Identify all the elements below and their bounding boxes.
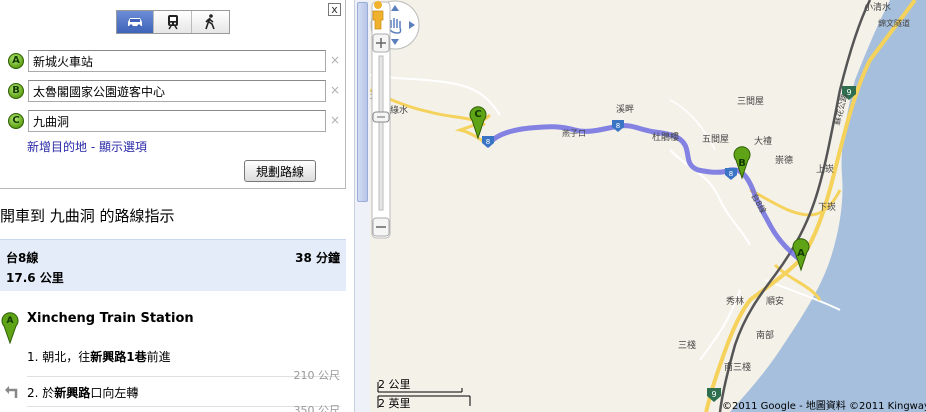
scale-labels: 2 公里 2 英里 bbox=[378, 376, 411, 411]
place-label: 三棧 bbox=[678, 341, 697, 351]
transit-mode-button[interactable] bbox=[154, 11, 192, 33]
place-label: 小清水 bbox=[864, 3, 892, 13]
turn-left-icon bbox=[5, 386, 18, 398]
map-canvas: 9 9 8 8 8 C B A bbox=[370, 0, 926, 412]
svg-text:C: C bbox=[474, 109, 481, 120]
place-label: 燕子口 bbox=[562, 129, 586, 138]
scale-imperial-label: 2 英里 bbox=[378, 397, 411, 410]
direction-step-1[interactable]: 1. 朝北，往新興路1巷前進 bbox=[27, 348, 171, 365]
form-links: 新增目的地 - 顯示選項 bbox=[27, 138, 147, 155]
remove-waypoint-a-icon[interactable]: × bbox=[330, 53, 340, 67]
marker-a-icon: A bbox=[8, 53, 24, 69]
zoom-track[interactable] bbox=[378, 55, 384, 211]
link-separator: - bbox=[87, 140, 99, 154]
marker-b-icon: B bbox=[8, 83, 24, 99]
waypoint-row-c: C × bbox=[8, 109, 340, 133]
step-text-road: 新興路1巷 bbox=[90, 350, 147, 364]
svg-text:9: 9 bbox=[711, 390, 716, 399]
route-summary[interactable]: 台8線 17.6 公里 38 分鐘 bbox=[0, 239, 346, 291]
svg-text:8: 8 bbox=[616, 122, 620, 130]
step-text-post: 口向左轉 bbox=[90, 386, 139, 400]
remove-waypoint-c-icon[interactable]: × bbox=[330, 113, 340, 127]
add-destination-link[interactable]: 新增目的地 bbox=[27, 140, 87, 154]
place-label: 下崁 bbox=[818, 203, 837, 213]
step-text-post: 前進 bbox=[146, 350, 171, 364]
place-label: 綠水 bbox=[390, 106, 409, 116]
zoom-control[interactable] bbox=[370, 0, 392, 240]
map-view[interactable]: 9 9 8 8 8 C B A 小清水 錦文隧道 綠水 溪畔 燕子口 杜鵑樓 五… bbox=[370, 0, 926, 412]
route-distance: 17.6 公里 bbox=[6, 271, 64, 285]
start-marker-icon: A bbox=[1, 312, 19, 344]
map-copyright: ©2011 Google - 地圖資料 ©2011 Kingway bbox=[722, 401, 926, 412]
place-label: 南三棧 bbox=[724, 363, 752, 373]
train-icon bbox=[167, 15, 178, 30]
place-label: 上崁 bbox=[816, 165, 835, 175]
direction-step-2[interactable]: 2. 於新興路口向左轉 bbox=[27, 384, 138, 401]
place-label: 溪畔 bbox=[616, 105, 635, 115]
step-text-pre: 於 bbox=[42, 386, 55, 400]
car-icon bbox=[128, 18, 143, 28]
road-shield-8-icon: 8 bbox=[482, 136, 494, 148]
step-distance: 210 公尺 bbox=[293, 369, 341, 382]
step-text-road: 新興路 bbox=[54, 386, 91, 400]
svg-text:A: A bbox=[797, 248, 805, 259]
car-mode-button[interactable] bbox=[117, 11, 155, 33]
waypoint-a-input[interactable] bbox=[28, 50, 326, 72]
step-number: 1. bbox=[27, 350, 39, 364]
step-number: 2. bbox=[27, 386, 39, 400]
waypoint-b-input[interactable] bbox=[28, 80, 326, 102]
waypoint-row-a: A × bbox=[8, 49, 340, 73]
step-text-pre: 朝北，往 bbox=[42, 350, 91, 364]
app-root: x A 新城火車站 × B 太魯閣國家公園遊客中心 × C 九曲洞 × 新增目的… bbox=[0, 0, 926, 412]
start-location-name: Xincheng Train Station bbox=[27, 311, 194, 326]
start-marker-letter: A bbox=[7, 316, 14, 326]
scale-metric-label: 2 公里 bbox=[378, 378, 411, 391]
travel-mode-selector bbox=[116, 10, 230, 34]
route-line[interactable] bbox=[485, 123, 801, 261]
place-label: 秀林 bbox=[726, 297, 745, 307]
svg-text:8: 8 bbox=[486, 138, 490, 146]
waypoint-row-b: B × bbox=[8, 79, 340, 103]
route-time: 38 分鐘 bbox=[295, 251, 340, 265]
place-label: 五間屋 bbox=[702, 135, 730, 145]
svg-text:B: B bbox=[738, 158, 746, 169]
place-label: 南部 bbox=[756, 331, 775, 341]
waypoint-c-input[interactable] bbox=[28, 110, 326, 132]
step-distance: 350 公尺 bbox=[293, 404, 341, 412]
svg-text:8: 8 bbox=[729, 170, 733, 178]
walk-icon bbox=[205, 14, 216, 30]
get-directions-button[interactable]: 規劃路線 bbox=[244, 160, 316, 182]
place-label: 三間屋 bbox=[737, 97, 765, 107]
place-label: 崇德 bbox=[775, 156, 794, 166]
marker-c-icon: C bbox=[8, 113, 24, 129]
scrollbar-thumb[interactable] bbox=[357, 2, 368, 202]
panel-scrollbar[interactable] bbox=[354, 0, 370, 412]
pegman-icon[interactable] bbox=[370, 0, 386, 30]
show-options-link[interactable]: 顯示選項 bbox=[99, 140, 147, 154]
tunnel-label: 錦文隧道 bbox=[878, 19, 910, 28]
walk-mode-button[interactable] bbox=[191, 11, 230, 33]
close-icon[interactable]: x bbox=[328, 3, 341, 16]
directions-form: x A 新城火車站 × B 太魯閣國家公園遊客中心 × C 九曲洞 × 新增目的… bbox=[0, 0, 346, 189]
route-road: 台8線 bbox=[6, 251, 39, 265]
place-label: 杜鵑樓 bbox=[652, 133, 680, 143]
directions-title: 開車到 九曲洞 的路線指示 bbox=[0, 207, 175, 225]
road-shield-8-icon: 8 bbox=[612, 120, 624, 132]
remove-waypoint-b-icon[interactable]: × bbox=[330, 83, 340, 97]
directions-panel: x A 新城火車站 × B 太魯閣國家公園遊客中心 × C 九曲洞 × 新增目的… bbox=[0, 0, 354, 412]
road-shield-8-icon: 8 bbox=[725, 168, 737, 180]
place-label: 大禮 bbox=[754, 137, 773, 147]
place-label: 順安 bbox=[766, 297, 785, 307]
